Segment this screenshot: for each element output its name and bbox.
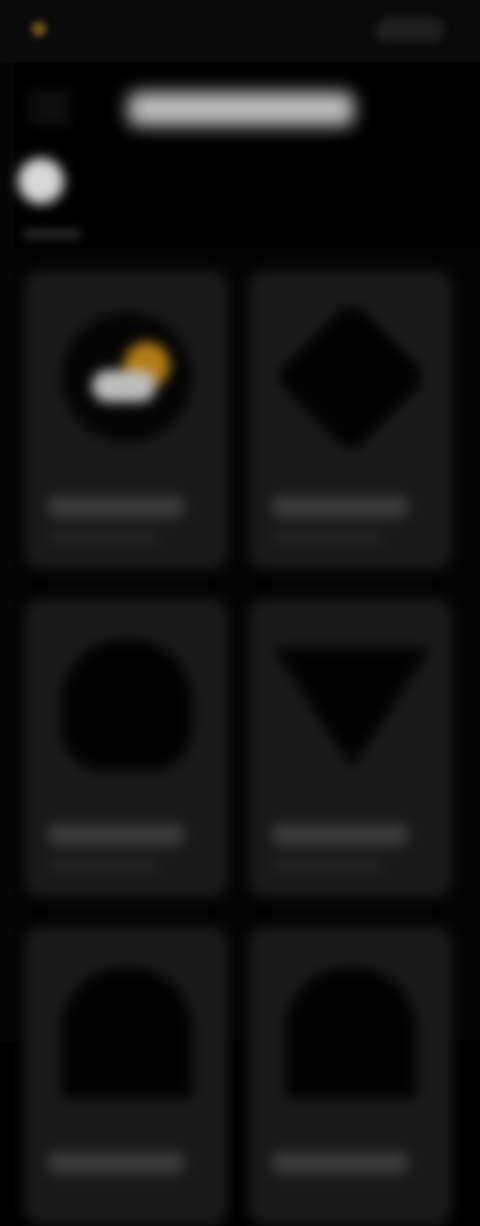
card-subtitle [272, 532, 382, 542]
app-icon [286, 968, 416, 1098]
card-label [48, 496, 184, 518]
app-card-diamond[interactable] [248, 270, 452, 570]
card-subtitle [48, 860, 158, 870]
diamond-icon [273, 299, 429, 455]
card-label [272, 824, 408, 846]
avatar[interactable] [18, 158, 64, 204]
triangle-icon [274, 648, 430, 768]
menu-icon[interactable] [30, 86, 70, 126]
app-icon [62, 968, 192, 1098]
logo-icon [30, 20, 48, 38]
card-subtitle [48, 532, 158, 542]
page-title [128, 92, 354, 126]
card-label [272, 496, 408, 518]
card-label [272, 1152, 408, 1174]
app-card-triangle[interactable] [248, 598, 452, 898]
side-rail [0, 62, 14, 1042]
avatar-label [22, 228, 82, 240]
card-subtitle [272, 860, 382, 870]
app-card-weather[interactable] [24, 270, 228, 570]
shield-icon [62, 640, 192, 770]
card-label [48, 1152, 184, 1174]
app-card-5[interactable] [24, 926, 228, 1226]
weather-icon [62, 312, 192, 442]
cloud-icon [92, 370, 156, 402]
card-label [48, 824, 184, 846]
app-card-shield[interactable] [24, 598, 228, 898]
top-action-button[interactable] [376, 18, 444, 42]
top-bar [0, 0, 480, 62]
brand[interactable] [30, 14, 58, 44]
app-card-6[interactable] [248, 926, 452, 1226]
